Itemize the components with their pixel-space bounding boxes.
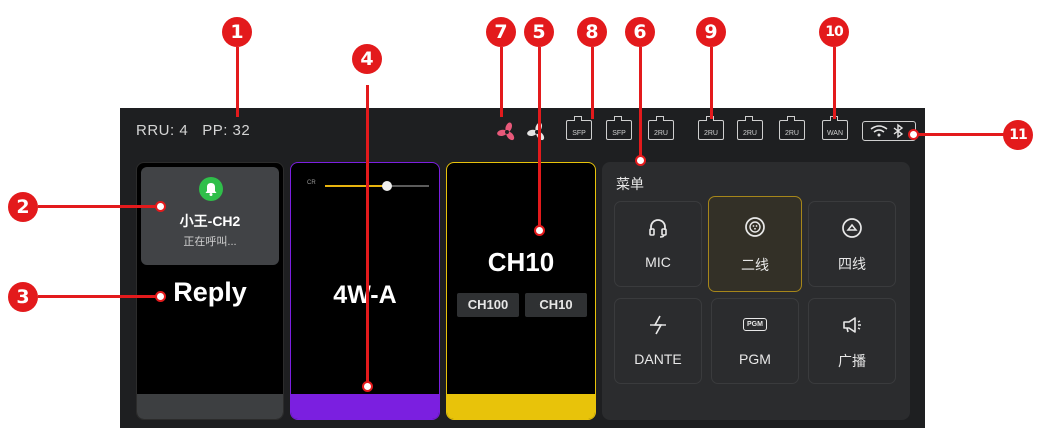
callout-5-line — [538, 47, 541, 227]
device-screen: RRU: 4 PP: 32 SFP SFP 2RU 2RU 2RU 2RU WA… — [120, 108, 925, 428]
callout-2: 2 — [8, 192, 38, 222]
channel-sub-1[interactable]: CH100 — [457, 293, 519, 317]
pgm-badge: PGM — [743, 318, 767, 331]
callout-1-line — [236, 47, 239, 117]
callout-10: 10 — [819, 17, 849, 47]
headset-icon — [615, 216, 701, 245]
ru-port-4-icon: 2RU — [779, 116, 805, 140]
dante-icon — [615, 313, 701, 342]
channel-card[interactable]: CH10 CH100 CH10 — [446, 162, 596, 420]
callout-2-dot — [155, 201, 166, 212]
callout-7: 7 — [486, 17, 516, 47]
menu-item-label: 二线 — [741, 257, 769, 273]
menu-item-label: DANTE — [634, 351, 682, 367]
pp-count: PP: 32 — [202, 122, 251, 139]
fan-alert-icon — [497, 122, 515, 141]
callout-11: 11 — [1003, 120, 1033, 150]
menu-item-broadcast[interactable]: 广播 — [808, 298, 896, 384]
ru-port-3-icon: 2RU — [737, 116, 763, 140]
ru-label: 2RU — [784, 130, 799, 137]
callout-7-line — [500, 47, 503, 117]
volume-handle[interactable] — [382, 181, 393, 191]
callout-6: 6 — [625, 17, 655, 47]
callout-4-dot — [362, 381, 373, 392]
callout-8: 8 — [577, 17, 607, 47]
callout-11-dot — [908, 129, 919, 140]
menu-item-label: 四线 — [838, 256, 866, 272]
callout-5: 5 — [524, 17, 554, 47]
sfp-port-1-icon: SFP — [566, 116, 592, 140]
menu-item-label: MIC — [645, 254, 671, 270]
xlr-connector-icon — [709, 215, 801, 244]
callout-3-dot — [155, 291, 166, 302]
callout-5-dot — [534, 225, 545, 236]
menu-item-label: 广播 — [838, 353, 866, 369]
channel-sub-2[interactable]: CH10 — [525, 293, 587, 317]
status-bar: RRU: 4 PP: 32 SFP SFP 2RU 2RU 2RU 2RU WA… — [120, 108, 925, 154]
menu-title: 菜单 — [616, 176, 644, 192]
wan-port-icon: WAN — [822, 116, 848, 140]
fourwire-name: 4W-A — [333, 281, 397, 309]
wan-label: WAN — [826, 130, 844, 137]
menu-item-fourwire[interactable]: 四线 — [808, 201, 896, 287]
call-status: 正在呼叫... — [183, 236, 237, 248]
sfp-label: SFP — [572, 130, 586, 137]
pgm-icon: PGM — [712, 313, 798, 331]
callout-1: 1 — [222, 17, 252, 47]
menu-item-twowire[interactable]: 二线 — [708, 196, 802, 292]
sfp-label: SFP — [612, 130, 626, 137]
menu-item-dante[interactable]: DANTE — [614, 298, 702, 384]
callout-8-line — [591, 47, 594, 119]
channel-main-label: CH10 — [487, 247, 555, 277]
ru-port-1-icon: 2RU — [648, 116, 674, 140]
callout-9: 9 — [696, 17, 726, 47]
incoming-call-box[interactable]: 小王-CH2 正在呼叫... — [141, 167, 279, 265]
callout-11-line — [912, 133, 1008, 136]
ru-label: 2RU — [742, 130, 757, 137]
megaphone-icon — [809, 313, 895, 342]
menu-item-mic[interactable]: MIC — [614, 201, 702, 287]
sfp-port-2-icon: SFP — [606, 116, 632, 140]
volume-fill — [325, 185, 388, 187]
callout-6-dot — [635, 155, 646, 166]
fan-icon — [527, 122, 545, 141]
menu-panel: 菜单 MIC 二线 四线 DANTE PGM PGM 广播 — [602, 162, 910, 420]
volume-label: CR — [307, 180, 316, 186]
ru-label: 2RU — [703, 130, 718, 137]
menu-item-label: PGM — [739, 351, 771, 367]
ru-label: 2RU — [653, 130, 668, 137]
callout-2-line — [38, 205, 160, 208]
callout-3: 3 — [8, 282, 38, 312]
callout-10-line — [833, 47, 836, 119]
fourwire-color-bar — [291, 394, 439, 419]
card-status-bar — [137, 394, 283, 419]
menu-item-pgm[interactable]: PGM PGM — [711, 298, 799, 384]
callout-4: 4 — [352, 44, 382, 74]
ru-port-2-icon: 2RU — [698, 116, 724, 140]
bell-icon — [199, 177, 223, 201]
volume-slider[interactable] — [325, 181, 429, 191]
fourwire-connector-icon — [809, 216, 895, 245]
rru-pp-counter: RRU: 4 PP: 32 — [136, 122, 250, 139]
rru-count: RRU: 4 — [136, 122, 189, 139]
callout-9-line — [710, 47, 713, 119]
channel-color-bar — [447, 394, 595, 419]
callout-6-line — [639, 47, 642, 157]
callout-4-line — [366, 85, 369, 385]
callout-3-line — [38, 295, 160, 298]
caller-name: 小王-CH2 — [179, 213, 241, 229]
